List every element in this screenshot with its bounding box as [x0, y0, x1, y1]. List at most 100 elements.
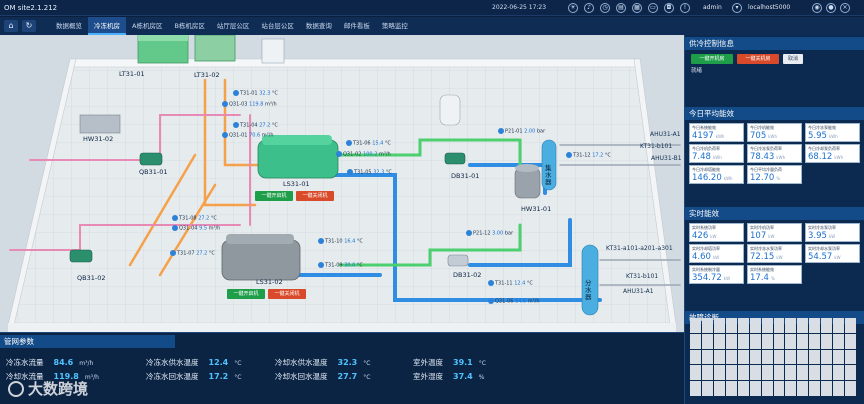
heat-exchanger-hw31-02[interactable] — [79, 114, 121, 134]
fault-cell[interactable] — [725, 381, 737, 396]
sensor-t31-01[interactable]: T31-01 32.3 °C — [233, 90, 278, 97]
chevron-down-icon[interactable]: ▾ — [732, 3, 742, 13]
fault-cell[interactable] — [690, 349, 701, 365]
fault-cell[interactable] — [761, 381, 773, 396]
fault-cell[interactable] — [833, 365, 845, 381]
pump-qb31-02[interactable] — [69, 249, 93, 263]
fault-cell[interactable] — [821, 381, 833, 396]
fault-cell[interactable] — [701, 318, 713, 333]
sensor-t31-06[interactable]: T31-06 15.4 °C — [346, 140, 391, 147]
fault-cell[interactable] — [785, 381, 797, 396]
pump-qb31-01[interactable] — [139, 152, 163, 166]
fault-cell[interactable] — [713, 381, 725, 396]
sun-icon[interactable]: ☀ — [568, 3, 578, 13]
eye-icon[interactable]: ◉ — [812, 3, 822, 13]
fault-cell[interactable] — [713, 349, 725, 365]
user-icon[interactable]: ● — [826, 3, 836, 13]
fault-cell[interactable] — [690, 381, 701, 396]
fault-cell[interactable] — [785, 365, 797, 381]
stop-room-button[interactable]: 一键关机房 — [737, 54, 779, 64]
fault-cell[interactable] — [845, 349, 856, 365]
fault-cell[interactable] — [725, 365, 737, 381]
heat-exchanger-hw31-01[interactable] — [514, 164, 541, 199]
fault-cell[interactable] — [749, 381, 761, 396]
ls31-02-stop-button[interactable]: 一键关闭机 — [268, 289, 306, 299]
sensor-t31-08[interactable]: T31-08 27.2 °C — [172, 215, 217, 222]
sensor-t31-11[interactable]: T31-11 12.4 °C — [488, 280, 533, 287]
fault-cell[interactable] — [809, 349, 821, 365]
sensor-p21-01[interactable]: P21-01 2.00 bar — [498, 128, 545, 135]
fault-cell[interactable] — [713, 333, 725, 349]
fault-cell[interactable] — [690, 318, 701, 333]
sensor-t31-09[interactable]: T31-09 30.0 °C — [318, 262, 363, 269]
pump-db31-02[interactable] — [447, 254, 469, 267]
fault-cell[interactable] — [773, 365, 785, 381]
sensor-q31-02[interactable]: Q31-02 100.2 m³/h — [336, 151, 391, 158]
fault-cell[interactable] — [761, 349, 773, 365]
tab-chiller-room[interactable]: 冷冻机房 — [88, 17, 126, 35]
fault-cell[interactable] — [773, 349, 785, 365]
fault-cell[interactable] — [821, 333, 833, 349]
tab-b-room[interactable]: B栋机房区 — [168, 17, 210, 35]
tag-kt31-a101[interactable]: KT31-a101-a201-a301 — [606, 245, 673, 252]
fault-cell[interactable] — [761, 333, 773, 349]
refresh-icon[interactable]: ↻ — [22, 20, 36, 32]
tab-overview[interactable]: 数据概览 — [50, 17, 88, 35]
fault-cell[interactable] — [773, 381, 785, 396]
monitor-icon[interactable]: ▭ — [648, 3, 658, 13]
fault-cell[interactable] — [701, 333, 713, 349]
bell-icon[interactable]: ♪ — [584, 3, 594, 13]
fault-cell[interactable] — [833, 333, 845, 349]
tag-kt31-b101-2[interactable]: KT31-b101 — [626, 273, 658, 280]
water-tank[interactable] — [439, 94, 461, 126]
tab-query[interactable]: 数据查询 — [300, 17, 338, 35]
clock-icon[interactable]: ◷ — [600, 3, 610, 13]
fault-cell[interactable] — [701, 365, 713, 381]
fault-cell[interactable] — [821, 318, 833, 333]
fault-cell[interactable] — [821, 365, 833, 381]
fault-cell[interactable] — [701, 349, 713, 365]
close-icon[interactable]: × — [840, 3, 850, 13]
sensor-q31-04[interactable]: Q31-04 9.5 m³/h — [172, 225, 220, 232]
sensor-q31-06[interactable]: Q31-06 84.6 m³/h — [488, 298, 540, 305]
fault-cell[interactable] — [845, 365, 856, 381]
chiller-ls31-02[interactable] — [221, 234, 301, 281]
sensor-t31-04[interactable]: T31-04 27.2 °C — [233, 122, 278, 129]
fault-cell[interactable] — [809, 333, 821, 349]
home-icon[interactable]: ⌂ — [4, 20, 18, 32]
fault-cell[interactable] — [773, 333, 785, 349]
sensor-q31-03[interactable]: Q31-03 119.8 m³/h — [222, 101, 277, 108]
fault-cell[interactable] — [845, 381, 856, 396]
chiller-ls31-01[interactable] — [257, 135, 339, 179]
tab-mail[interactable]: 邮件看板 — [338, 17, 376, 35]
pump-db31-01[interactable] — [444, 152, 466, 165]
tag-ahu31-a1-2[interactable]: AHU31-A1 — [623, 288, 654, 295]
ls31-01-stop-button[interactable]: 一键关闭机 — [296, 191, 334, 201]
tab-platform[interactable]: 站台层公区 — [255, 17, 300, 35]
fault-cell[interactable] — [749, 365, 761, 381]
fault-cell[interactable] — [809, 381, 821, 396]
fault-cell[interactable] — [713, 365, 725, 381]
fault-cell[interactable] — [701, 381, 713, 396]
cooling-tower-lt31-02[interactable] — [194, 35, 236, 62]
tab-strategy[interactable]: 策略监控 — [376, 17, 414, 35]
chart-icon[interactable]: ▤ — [616, 3, 626, 13]
cooling-tower-small[interactable] — [261, 38, 285, 64]
fault-cell[interactable] — [749, 333, 761, 349]
fault-cell[interactable] — [797, 365, 809, 381]
fault-cell[interactable] — [797, 349, 809, 365]
fault-cell[interactable] — [833, 381, 845, 396]
user-name[interactable]: admin — [703, 4, 722, 11]
sensor-t31-05[interactable]: T31-05 32.3 °C — [347, 169, 392, 176]
fault-cell[interactable] — [773, 318, 785, 333]
fault-cell[interactable] — [749, 318, 761, 333]
fault-cell[interactable] — [833, 349, 845, 365]
sensor-t31-07[interactable]: T31-07 27.2 °C — [170, 250, 215, 257]
fault-cell[interactable] — [749, 349, 761, 365]
fault-cell[interactable] — [725, 349, 737, 365]
fault-cell[interactable] — [797, 333, 809, 349]
fault-cell[interactable] — [821, 349, 833, 365]
cancel-button[interactable]: 取消 — [783, 54, 803, 64]
fault-cell[interactable] — [785, 349, 797, 365]
alarm-icon[interactable]: ! — [680, 3, 690, 13]
